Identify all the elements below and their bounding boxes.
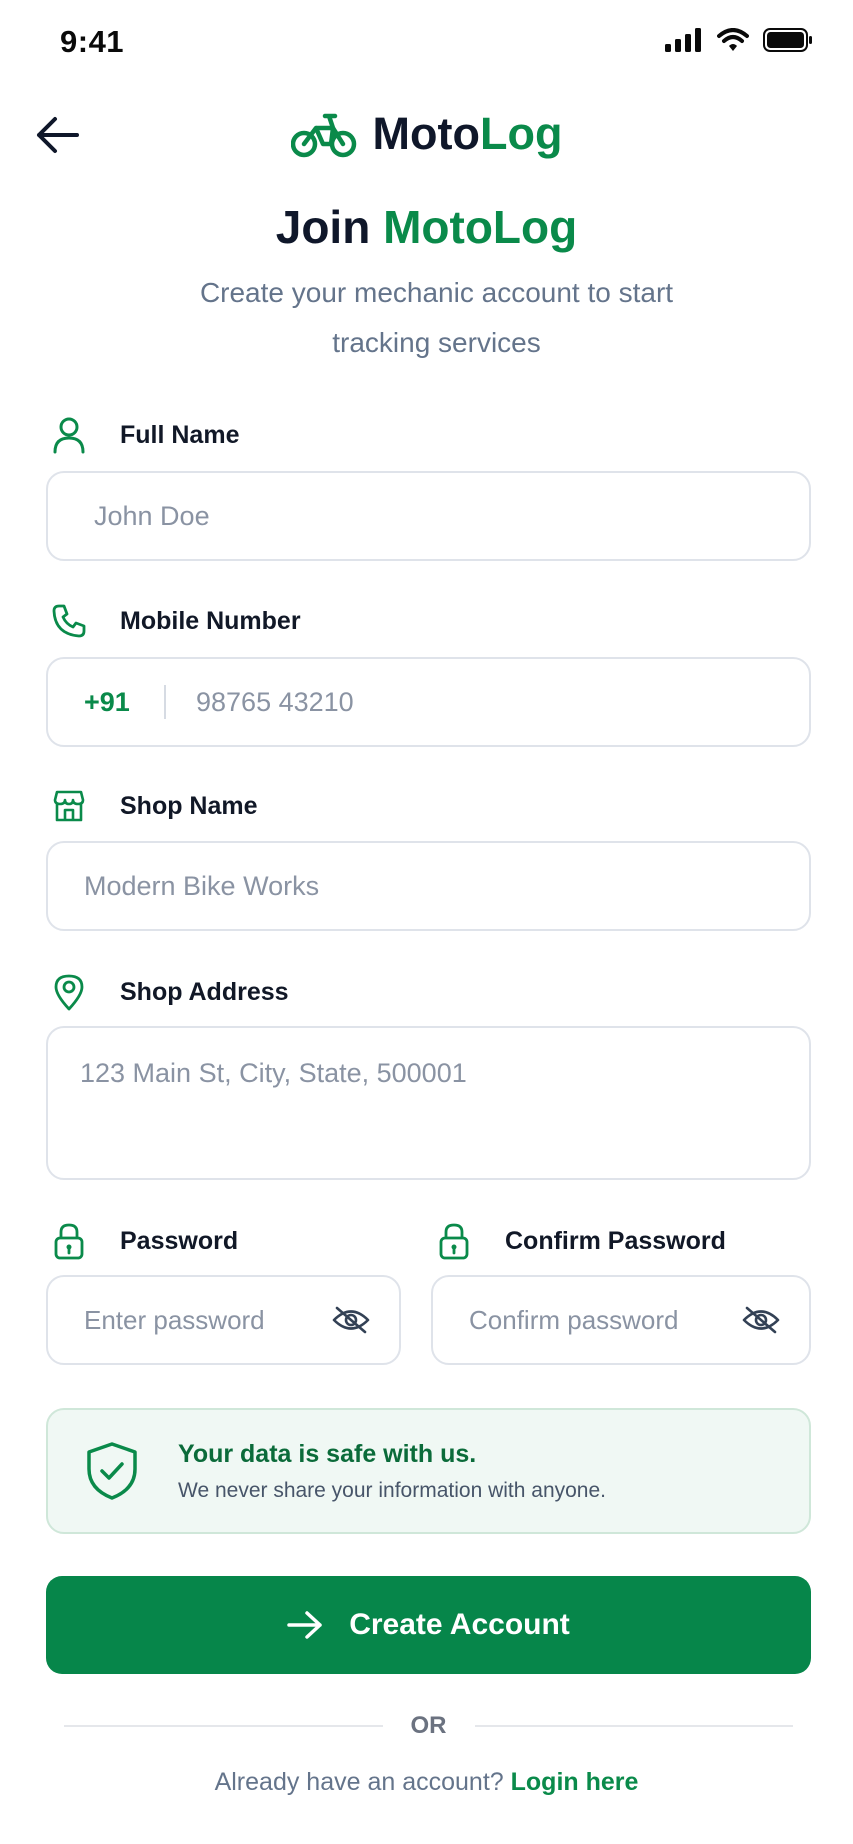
- country-code-divider: [164, 685, 166, 719]
- arrow-right-icon: [287, 1611, 322, 1639]
- separator-line-right: [474, 1725, 793, 1727]
- wifi-icon: [717, 28, 749, 57]
- lock-icon: [433, 1220, 475, 1262]
- app-logo: MotoLog: [0, 108, 853, 160]
- full-name-label: Full Name: [120, 420, 240, 449]
- shop-address-placeholder: 123 Main St, City, State, 500001: [80, 1058, 467, 1088]
- data-safety-text: Your data is safe with us. We never shar…: [178, 1440, 606, 1503]
- password-placeholder: Enter password: [84, 1304, 265, 1335]
- page-title: Join MotoLog: [275, 201, 578, 253]
- confirm-password-label: Confirm Password: [505, 1226, 726, 1255]
- mobile-placeholder: 98765 43210: [196, 686, 354, 717]
- shop-name-input[interactable]: Modern Bike Works: [46, 841, 811, 931]
- shop-name-label-row: Shop Name: [48, 785, 258, 827]
- separator-line-left: [64, 1725, 383, 1727]
- shop-name-label: Shop Name: [120, 791, 258, 820]
- data-safety-title: Your data is safe with us.: [178, 1439, 477, 1468]
- store-icon: [48, 785, 90, 827]
- motorcycle-icon: [290, 113, 356, 158]
- status-bar: 9:41: [0, 0, 853, 90]
- data-safety-subtitle: We never share your information with any…: [178, 1478, 606, 1502]
- eye-off-icon[interactable]: [331, 1300, 371, 1340]
- battery-icon: [763, 28, 813, 57]
- confirm-password-label-row: Confirm Password: [433, 1220, 726, 1262]
- or-text: OR: [410, 1712, 447, 1739]
- password-input[interactable]: Enter password: [46, 1275, 401, 1365]
- confirm-password-input[interactable]: Confirm password: [431, 1275, 811, 1365]
- full-name-input[interactable]: John Doe: [46, 471, 811, 561]
- login-prompt-row: Already have an account? Login here: [0, 1768, 853, 1797]
- create-account-label: Create Account: [349, 1608, 570, 1641]
- page-subtitle: Create your mechanic account to start tr…: [199, 277, 674, 358]
- country-code[interactable]: +91: [48, 687, 164, 718]
- shop-address-input[interactable]: 123 Main St, City, State, 500001: [46, 1026, 811, 1180]
- shield-check-icon: [82, 1441, 142, 1501]
- login-prompt: Already have an account?: [214, 1768, 504, 1796]
- mobile-label-row: Mobile Number: [48, 600, 301, 642]
- phone-icon: [48, 600, 90, 642]
- full-name-placeholder: John Doe: [94, 500, 210, 531]
- login-link[interactable]: Login here: [511, 1768, 639, 1796]
- shop-name-placeholder: Modern Bike Works: [84, 870, 320, 901]
- logo-text: MotoLog: [372, 108, 563, 159]
- or-separator: OR: [64, 1712, 793, 1740]
- signup-screen: 9:41 MotoLog Join MotoLog Create your me…: [0, 0, 853, 1844]
- signal-icon: [665, 28, 703, 57]
- confirm-password-placeholder: Confirm password: [469, 1304, 679, 1335]
- location-pin-icon: [48, 971, 90, 1013]
- shop-address-label-row: Shop Address: [48, 971, 289, 1013]
- create-account-button[interactable]: Create Account: [46, 1576, 811, 1674]
- data-safety-card: Your data is safe with us. We never shar…: [46, 1408, 811, 1534]
- status-icons: [665, 28, 813, 57]
- shop-address-label: Shop Address: [120, 977, 289, 1006]
- full-name-label-row: Full Name: [48, 414, 239, 456]
- password-label-row: Password: [48, 1220, 238, 1262]
- password-label: Password: [120, 1226, 239, 1255]
- mobile-input[interactable]: +91 98765 43210: [46, 657, 811, 747]
- user-icon: [48, 414, 90, 456]
- status-time: 9:41: [60, 24, 125, 59]
- mobile-label: Mobile Number: [120, 606, 301, 635]
- lock-icon: [48, 1220, 90, 1262]
- eye-off-icon[interactable]: [741, 1300, 781, 1340]
